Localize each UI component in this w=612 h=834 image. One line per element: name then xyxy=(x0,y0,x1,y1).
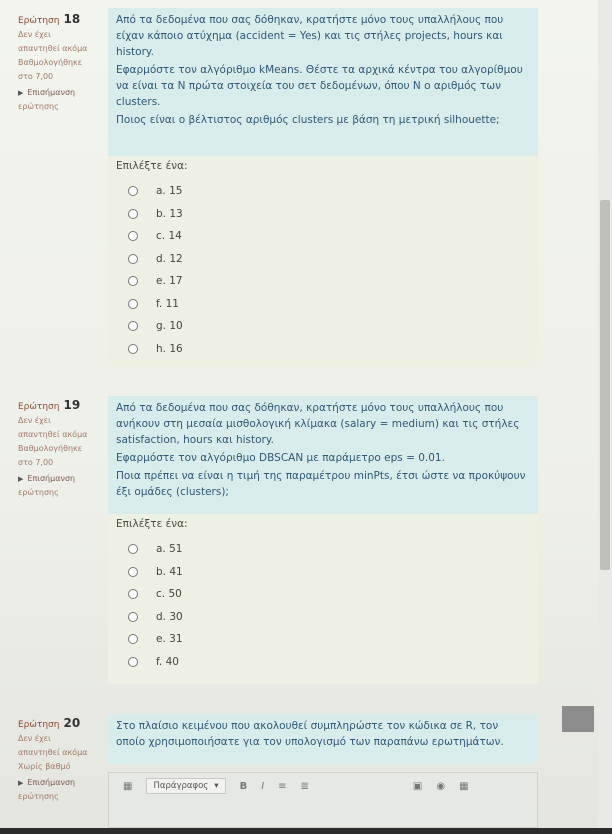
question-18-grade-label: Βαθμολογήθηκε xyxy=(18,58,83,67)
q18-option-d[interactable]: d. 12 xyxy=(116,248,530,271)
q19-option-a[interactable]: a. 51 xyxy=(116,538,530,561)
q19-option-f[interactable]: f. 40 xyxy=(116,651,530,674)
question-19-grade-label: Βαθμολογήθηκε xyxy=(18,444,83,453)
image-icon[interactable]: ▣ xyxy=(413,781,422,792)
side-action-button[interactable] xyxy=(562,706,594,732)
radio-button[interactable] xyxy=(128,656,138,667)
question-19-info: Ερώτηση 19 Δεν έχει απαντηθεί ακόμα Βαθμο… xyxy=(18,398,114,500)
flag-question-19-label: ερώτησης xyxy=(18,488,59,497)
question-18-text: Από τα δεδομένα που σας δόθηκαν, κρατήστ… xyxy=(108,8,538,156)
question-19-status: Δεν έχει xyxy=(18,416,51,425)
radio-button[interactable] xyxy=(128,343,138,354)
q18-option-e[interactable]: e. 17 xyxy=(116,270,530,293)
radio-button[interactable] xyxy=(128,253,138,264)
flag-question-20-button[interactable]: Επισήμανση xyxy=(18,776,114,790)
q18-option-c[interactable]: c. 14 xyxy=(116,225,530,248)
q18-option-a[interactable]: a. 15 xyxy=(116,180,530,203)
numbered-list-icon[interactable]: ≣ xyxy=(301,781,309,792)
question-18-text-2: Εφαρμόστε τον αλγόριθμο kMeans. Θέστε τα… xyxy=(116,64,523,108)
question-18-answer: Επιλέξτε ένα: a. 15 b. 13 c. 14 d. 12 e.… xyxy=(108,156,538,366)
q19-option-c[interactable]: c. 50 xyxy=(116,583,530,606)
radio-button[interactable] xyxy=(128,611,138,622)
bottom-edge xyxy=(0,828,612,834)
media-icon[interactable]: ◉ xyxy=(436,781,445,792)
radio-button[interactable] xyxy=(128,186,138,197)
bold-button[interactable]: B xyxy=(240,781,248,792)
question-19-number: Ερώτηση 19 xyxy=(18,398,81,412)
grid-icon[interactable]: ▦ xyxy=(459,781,468,792)
italic-button[interactable]: I xyxy=(261,781,264,792)
bullet-list-icon[interactable]: ≡ xyxy=(278,781,286,792)
question-20-number: Ερώτηση 20 xyxy=(18,716,81,730)
paragraph-format-select[interactable]: Παράγραφος ▾ xyxy=(146,778,226,794)
question-19-status-2: απαντηθεί ακόμα xyxy=(18,430,88,439)
question-18-text-3: Ποιος είναι ο βέλτιστος αριθμός clusters… xyxy=(116,114,500,126)
editor-toolbar: ▦ Παράγραφος ▾ B I ≡ ≣ ▣ ◉ ▦ xyxy=(109,773,537,799)
radio-button[interactable] xyxy=(128,231,138,242)
toggle-toolbar-icon[interactable]: ▦ xyxy=(123,781,132,792)
flag-question-19-button[interactable]: Επισήμανση xyxy=(18,472,114,486)
radio-button[interactable] xyxy=(128,544,138,555)
radio-button[interactable] xyxy=(128,276,138,287)
flag-question-18-label: ερώτησης xyxy=(18,102,59,111)
q18-option-h[interactable]: h. 16 xyxy=(116,338,530,361)
question-20-info: Ερώτηση 20 Δεν έχει απαντηθεί ακόμα Χωρίς… xyxy=(18,716,114,804)
question-19-text-1: Από τα δεδομένα που σας δόθηκαν, κρατήστ… xyxy=(116,402,520,446)
question-19-text-3: Ποια πρέπει να είναι η τιμή της παραμέτρ… xyxy=(116,470,526,498)
question-20-text: Στο πλαίσιο κειμένου που ακολουθεί συμπλ… xyxy=(108,714,538,764)
radio-button[interactable] xyxy=(128,634,138,645)
radio-button[interactable] xyxy=(128,208,138,219)
question-19-text-2: Εφαρμόστε τον αλγόριθμο DBSCAN με παράμε… xyxy=(116,452,445,464)
radio-button[interactable] xyxy=(128,566,138,577)
q19-option-b[interactable]: b. 41 xyxy=(116,561,530,584)
question-20-text-1: Στο πλαίσιο κειμένου που ακολουθεί συμπλ… xyxy=(116,720,504,748)
scrollbar-thumb[interactable] xyxy=(600,200,610,570)
question-19-grade-value: στο 7,00 xyxy=(18,458,54,467)
question-19-text: Από τα δεδομένα που σας δόθηκαν, κρατήστ… xyxy=(108,396,538,514)
chevron-down-icon: ▾ xyxy=(214,781,219,791)
question-20-status: Δεν έχει xyxy=(18,734,51,743)
q18-option-f[interactable]: f. 11 xyxy=(116,293,530,316)
flag-question-18-button[interactable]: Επισήμανση xyxy=(18,86,114,100)
question-19-prompt: Επιλέξτε ένα: xyxy=(116,518,188,530)
flag-question-20-label: ερώτησης xyxy=(18,792,59,801)
question-18-grade-value: στο 7,00 xyxy=(18,72,54,81)
radio-button[interactable] xyxy=(128,298,138,309)
question-18-status: Δεν έχει xyxy=(18,30,51,39)
radio-button[interactable] xyxy=(128,321,138,332)
question-18-text-1: Από τα δεδομένα που σας δόθηκαν, κρατήστ… xyxy=(116,14,504,58)
question-19-answer: Επιλέξτε ένα: a. 51 b. 41 c. 50 d. 30 e.… xyxy=(108,514,538,684)
q19-option-e[interactable]: e. 31 xyxy=(116,628,530,651)
question-18-prompt: Επιλέξτε ένα: xyxy=(116,160,188,172)
question-20-status-2: απαντηθεί ακόμα xyxy=(18,748,88,757)
question-18-status-2: απαντηθεί ακόμα xyxy=(18,44,88,53)
code-editor[interactable]: ▦ Παράγραφος ▾ B I ≡ ≣ ▣ ◉ ▦ xyxy=(108,772,538,828)
q18-option-b[interactable]: b. 13 xyxy=(116,203,530,226)
q19-option-d[interactable]: d. 30 xyxy=(116,606,530,629)
question-20-grade-label: Χωρίς βαθμό xyxy=(18,762,71,771)
question-18-info: Ερώτηση 18 Δεν έχει απαντηθεί ακόμα Βαθμο… xyxy=(18,12,114,114)
q18-option-g[interactable]: g. 10 xyxy=(116,315,530,338)
radio-button[interactable] xyxy=(128,589,138,600)
quiz-page: Ερώτηση 18 Δεν έχει απαντηθεί ακόμα Βαθμο… xyxy=(0,0,612,834)
question-18-number: Ερώτηση 18 xyxy=(18,12,81,26)
